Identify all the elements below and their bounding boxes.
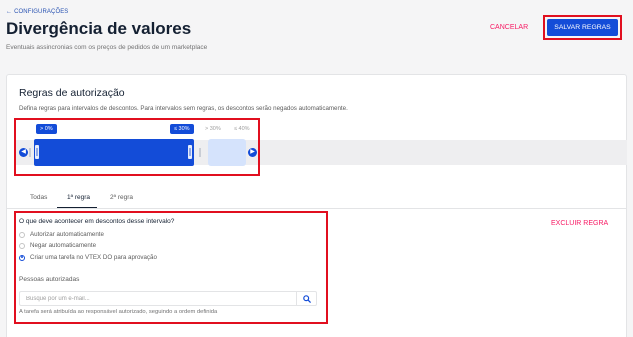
tabs-divider: [7, 208, 626, 209]
section-description: Defina regras para intervalos de descont…: [19, 105, 348, 112]
save-rules-button[interactable]: SALVAR REGRAS: [547, 19, 618, 36]
cancel-button[interactable]: CANCELAR: [490, 24, 528, 31]
arrow-left-icon: ←: [6, 9, 13, 15]
slider-highlight: [14, 118, 260, 176]
tab-todas[interactable]: Todas: [30, 194, 47, 201]
back-link[interactable]: ← CONFIGURAÇÕES: [6, 9, 68, 15]
section-title: Regras de autorização: [19, 87, 125, 99]
page-subtitle: Eventuais assincronias com os preços de …: [6, 44, 208, 51]
tab-rule-2[interactable]: 2ª regra: [110, 194, 133, 201]
tab-rule-1[interactable]: 1ª regra: [67, 194, 90, 201]
delete-rule-button[interactable]: EXCLUIR REGRA: [551, 220, 608, 227]
back-link-label: CONFIGURAÇÕES: [14, 9, 69, 15]
page-title: Divergência de valores: [6, 19, 192, 38]
rule-form-highlight: [14, 211, 328, 324]
